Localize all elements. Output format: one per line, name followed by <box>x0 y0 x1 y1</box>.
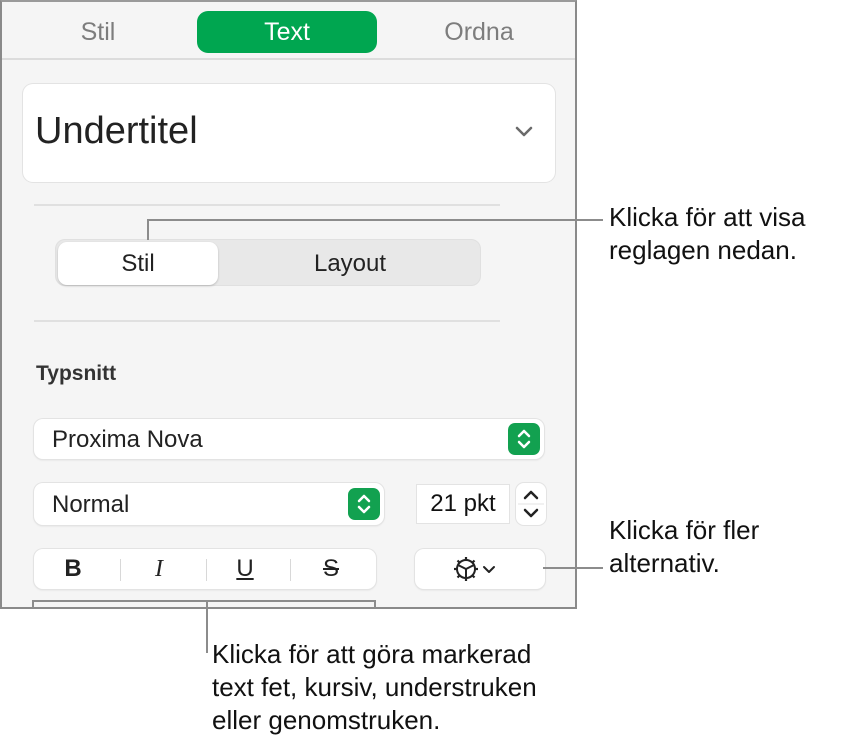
callout-more-options: Klicka för fler alternativ. <box>609 514 759 580</box>
tab-ordna[interactable]: Ordna <box>427 11 531 53</box>
callout-line <box>147 219 603 221</box>
callout-text: text fet, kursiv, understruken <box>212 672 537 702</box>
divider <box>34 204 500 206</box>
chevron-down-icon <box>515 126 533 137</box>
style-layout-segmented-control: Stil Layout <box>55 239 481 286</box>
tab-stil[interactable]: Stil <box>58 11 138 53</box>
underline-button[interactable]: U <box>206 549 284 589</box>
updown-arrows-icon <box>348 488 380 520</box>
text-format-button-group: B I U S <box>34 549 376 589</box>
callout-line <box>543 567 603 569</box>
callout-line <box>147 220 149 240</box>
more-text-options-button[interactable] <box>415 549 545 589</box>
tab-text[interactable]: Text <box>197 11 377 53</box>
callout-text: alternativ. <box>609 548 720 578</box>
paragraph-style-menu[interactable]: Undertitel <box>23 84 555 182</box>
inspector-tabs: Stil Text Ordna <box>2 2 575 60</box>
callout-text: eller genomstruken. <box>212 705 441 735</box>
callout-text: Klicka för fler <box>609 515 760 545</box>
divider <box>34 320 500 322</box>
callout-segmented: Klicka för att visa reglagen nedan. <box>609 201 806 267</box>
gear-icon <box>454 557 495 581</box>
segment-layout[interactable]: Layout <box>220 242 480 285</box>
font-family-popup[interactable]: Proxima Nova <box>34 419 544 459</box>
strikethrough-button[interactable]: S <box>292 549 370 589</box>
bold-button[interactable]: B <box>34 549 112 589</box>
font-style-popup[interactable]: Normal <box>34 483 384 525</box>
segment-stil[interactable]: Stil <box>58 242 218 285</box>
font-size-stepper[interactable] <box>516 483 546 525</box>
callout-text: reglagen nedan. <box>609 235 797 265</box>
callout-format: Klicka för att göra markerad text fet, k… <box>212 638 537 737</box>
italic-button[interactable]: I <box>120 549 198 589</box>
callout-text: Klicka för att visa <box>609 202 806 232</box>
font-size-field[interactable]: 21 pkt <box>417 485 509 523</box>
callout-line <box>206 601 208 653</box>
updown-arrows-icon <box>508 423 540 455</box>
paragraph-style-value: Undertitel <box>35 110 198 152</box>
font-family-value: Proxima Nova <box>52 426 203 453</box>
separator <box>290 559 291 581</box>
font-section-label: Typsnitt <box>36 362 117 385</box>
format-inspector-panel: Stil Text Ordna Undertitel Stil Layout T… <box>0 0 577 609</box>
callout-text: Klicka för att göra markerad <box>212 639 532 669</box>
callout-bracket <box>32 600 376 602</box>
font-style-value: Normal <box>52 491 130 518</box>
